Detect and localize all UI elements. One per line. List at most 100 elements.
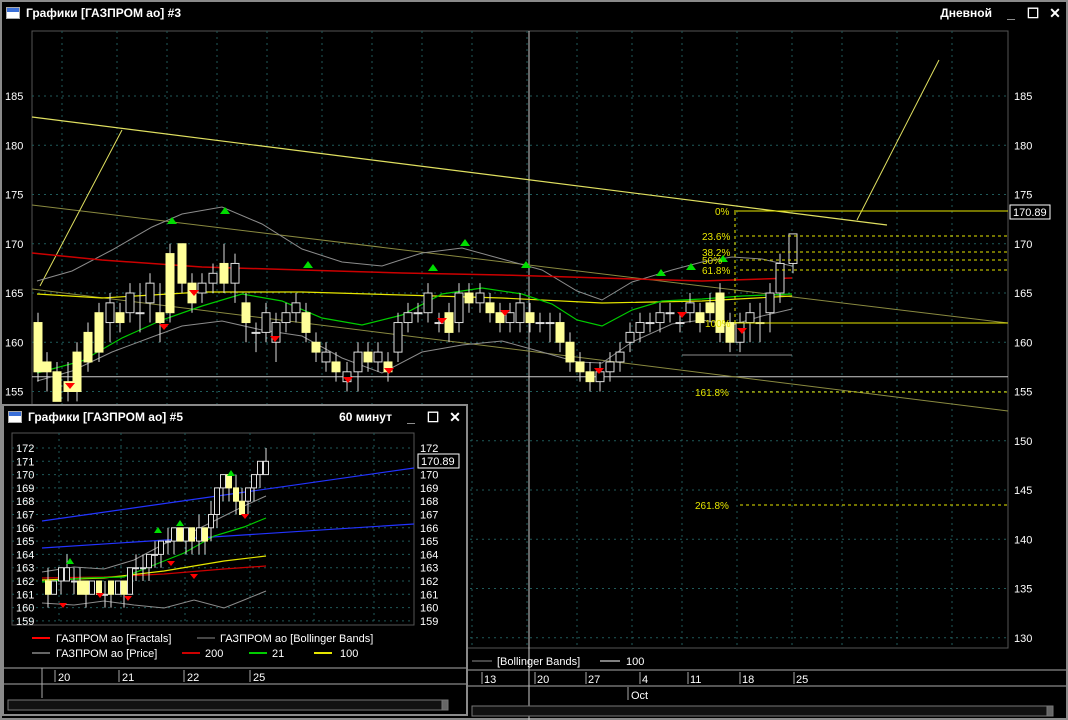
y-tick-left: 165 xyxy=(16,536,34,548)
y-tick-left: 159 xyxy=(16,616,34,628)
candle-body xyxy=(52,371,62,402)
minimize-icon[interactable]: _ xyxy=(400,408,422,426)
candle-body xyxy=(788,233,798,264)
candle-body xyxy=(545,322,555,325)
date-label: 22 xyxy=(187,672,199,684)
candle-body xyxy=(373,351,383,363)
y-tick-right: 180 xyxy=(1014,140,1032,152)
candle-body xyxy=(595,371,605,383)
legend-ma21-label: 21 xyxy=(272,648,284,660)
close-icon[interactable]: ✕ xyxy=(1044,4,1066,22)
candle-body xyxy=(291,302,301,314)
sub-price-chart[interactable]: 1721721711711701701691691681681671671661… xyxy=(4,428,466,714)
candle-body xyxy=(241,302,251,324)
legend-ma100-label: 100 xyxy=(340,648,358,660)
candle-body xyxy=(257,460,263,476)
candle-body xyxy=(127,567,133,595)
candle-body xyxy=(145,282,155,304)
main-title-bar[interactable]: Графики [ГАЗПРОМ ао] #3 Дневной _ ☐ ✕ xyxy=(2,2,1066,24)
legend-ma200-label: 200 xyxy=(205,648,223,660)
y-tick-left: 163 xyxy=(16,563,34,575)
date-label: 4 xyxy=(642,674,648,686)
fractal-up-marker xyxy=(154,527,162,533)
candle-body xyxy=(171,527,177,542)
main-timeframe-label[interactable]: Дневной xyxy=(940,6,992,20)
candle-body xyxy=(775,262,785,294)
sub-title-bar[interactable]: Графики [ГАЗПРОМ ао] #5 60 минут _ ☐ ✕ xyxy=(4,406,466,428)
maximize-icon[interactable]: ☐ xyxy=(1022,4,1044,22)
candle-body xyxy=(165,540,171,543)
ma-200-line xyxy=(31,252,793,282)
candle-body xyxy=(454,292,464,324)
candle-body xyxy=(525,312,535,324)
minimize-icon[interactable]: _ xyxy=(1000,4,1022,22)
y-tick-left: 167 xyxy=(16,510,34,522)
legend-price-label: ГАЗПРОМ ао [Price] xyxy=(56,648,157,660)
close-icon[interactable]: ✕ xyxy=(444,408,466,426)
fib-level-label: 0% xyxy=(715,207,730,218)
candle-body xyxy=(475,292,485,304)
candle-body xyxy=(51,580,57,595)
candle-body xyxy=(625,331,635,343)
y-tick-left: 155 xyxy=(5,387,23,399)
candle-body xyxy=(121,580,127,595)
candle-body xyxy=(413,312,423,315)
sub-chart-window[interactable]: Графики [ГАЗПРОМ ао] #5 60 минут _ ☐ ✕ 1… xyxy=(2,404,468,716)
candle-body xyxy=(105,302,115,324)
y-tick-left: 170 xyxy=(5,239,23,251)
candle-body xyxy=(83,331,93,363)
candle-body xyxy=(331,361,341,373)
candle-body xyxy=(565,341,575,363)
candle-body xyxy=(64,567,70,582)
y-tick-right: 159 xyxy=(420,616,438,628)
candle-body xyxy=(495,312,505,324)
fib-level-label: 261.8% xyxy=(695,501,729,512)
candle-body xyxy=(251,474,257,489)
candle-body xyxy=(263,460,269,476)
candle-body xyxy=(108,580,114,595)
candle-body xyxy=(605,361,615,373)
fib-level-label: 161.8% xyxy=(695,388,729,399)
candle-body xyxy=(685,302,695,314)
candle-body xyxy=(133,567,139,570)
candle-body xyxy=(189,527,195,542)
fan-line-right xyxy=(856,59,940,221)
date-label: 18 xyxy=(742,674,754,686)
y-tick-right: 145 xyxy=(1014,485,1032,497)
y-tick-right: 163 xyxy=(420,563,438,575)
fib-level-label: 100% xyxy=(705,319,731,330)
date-label: 21 xyxy=(122,672,134,684)
y-tick-left: 175 xyxy=(5,190,23,202)
candle-body xyxy=(403,312,413,324)
y-tick-right: 165 xyxy=(1014,288,1032,300)
candle-body xyxy=(94,312,104,353)
y-tick-left: 168 xyxy=(16,496,34,508)
y-tick-right: 162 xyxy=(420,576,438,588)
candle-body xyxy=(655,312,665,324)
y-tick-right: 140 xyxy=(1014,534,1032,546)
legend-bollinger-label: ГАЗПРОМ ао [Bollinger Bands] xyxy=(220,633,373,645)
scrollbar-thumb xyxy=(1046,705,1054,717)
candle-body xyxy=(230,262,240,284)
candle-body xyxy=(77,580,83,595)
candle-body xyxy=(219,262,229,284)
y-tick-right: 160 xyxy=(420,603,438,615)
candle-body xyxy=(665,312,675,315)
candle-body xyxy=(245,487,251,502)
y-tick-left: 160 xyxy=(16,603,34,615)
fractal-down-marker xyxy=(677,312,687,318)
candle-body xyxy=(555,322,565,343)
candle-body xyxy=(311,341,321,353)
fractal-up-marker xyxy=(460,239,470,246)
candle-body xyxy=(301,312,311,333)
y-tick-left: 180 xyxy=(5,140,23,152)
sub-timeframe-label[interactable]: 60 минут xyxy=(339,410,392,424)
maximize-icon[interactable]: ☐ xyxy=(422,408,444,426)
candle-body xyxy=(183,527,189,542)
candle-body xyxy=(208,272,218,284)
candle-body xyxy=(135,312,145,315)
main-window-title: Графики [ГАЗПРОМ ао] #3 xyxy=(26,6,181,20)
candle-body xyxy=(226,474,232,489)
y-tick-left: 171 xyxy=(16,456,34,468)
y-tick-right: 170 xyxy=(420,470,438,482)
